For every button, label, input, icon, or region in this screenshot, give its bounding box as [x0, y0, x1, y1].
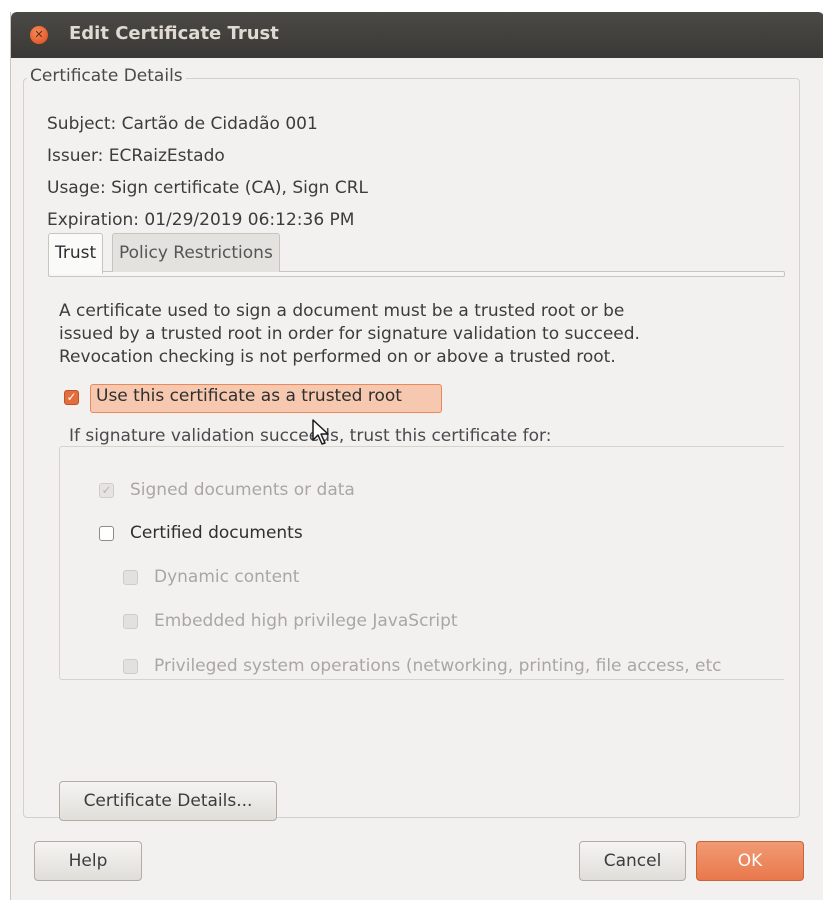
certificate-details-legend: Certificate Details: [27, 66, 186, 86]
trusted-root-checkbox-row[interactable]: ✓ Use this certificate as a trusted root: [59, 384, 444, 413]
issuer-text: Issuer: ECRaizEstado: [47, 146, 225, 166]
trust-description-line: issued by a trusted root in order for si…: [59, 324, 640, 344]
dialog-title: Edit Certificate Trust: [69, 23, 279, 44]
subject-text: Subject: Cartão de Cidadão 001: [47, 114, 318, 134]
cancel-button[interactable]: Cancel: [579, 841, 686, 881]
dynamic-content-checkbox[interactable]: [123, 570, 138, 585]
trust-description: A certificate used to sign a document mu…: [59, 300, 759, 369]
embedded-javascript-checkbox[interactable]: [123, 614, 138, 629]
usage-text: Usage: Sign certificate (CA), Sign CRL: [47, 178, 368, 198]
mouse-cursor-icon: [312, 419, 329, 445]
certified-documents-label[interactable]: Certified documents: [130, 523, 303, 543]
help-button[interactable]: Help: [34, 841, 142, 881]
trusted-root-checkbox[interactable]: ✓: [64, 390, 79, 405]
tab-policy-restrictions[interactable]: Policy Restrictions: [112, 233, 280, 272]
ok-button[interactable]: OK: [696, 841, 804, 881]
certified-documents-checkbox[interactable]: [99, 526, 114, 541]
certificate-details-button[interactable]: Certificate Details...: [59, 781, 277, 821]
signed-documents-checkbox[interactable]: ✓: [99, 483, 114, 498]
close-icon[interactable]: ✕: [30, 26, 48, 44]
dynamic-content-label: Dynamic content: [154, 567, 300, 587]
embedded-javascript-label: Embedded high privilege JavaScript: [154, 611, 458, 631]
trusted-root-label[interactable]: Use this certificate as a trusted root: [96, 386, 402, 406]
signed-documents-label: Signed documents or data: [130, 480, 355, 500]
trust-description-line: Revocation checking is not performed on …: [59, 347, 616, 367]
privileged-operations-checkbox[interactable]: [123, 659, 138, 674]
tab-trust[interactable]: Trust: [48, 233, 104, 274]
trust-description-line: A certificate used to sign a document mu…: [59, 301, 625, 321]
privileged-operations-label: Privileged system operations (networking…: [154, 656, 722, 676]
expiration-text: Expiration: 01/29/2019 06:12:36 PM: [47, 210, 355, 230]
option-privileged-operations[interactable]: Privileged system operations (networking…: [123, 656, 793, 680]
title-bar[interactable]: ✕ Edit Certificate Trust: [11, 12, 823, 58]
